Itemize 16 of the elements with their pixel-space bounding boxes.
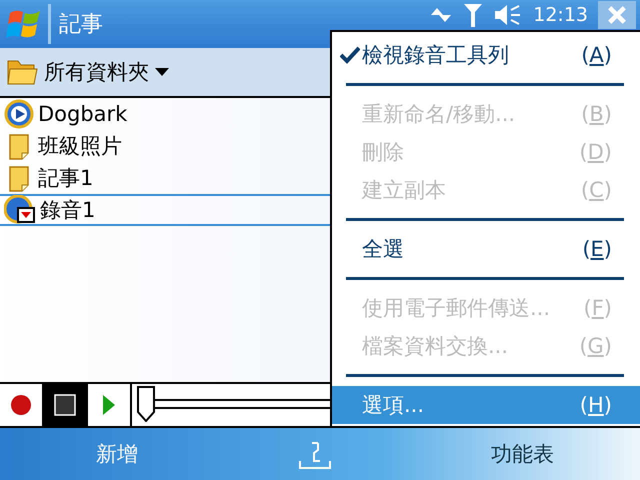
stop-button[interactable] <box>44 384 88 426</box>
menu-softkey[interactable]: 功能表 <box>491 440 554 468</box>
close-button[interactable] <box>598 1 636 29</box>
recording-icon <box>4 195 36 225</box>
media-player-icon <box>4 99 34 129</box>
menu-item[interactable]: 全選 (E) <box>332 230 640 268</box>
dropdown-caret-icon[interactable] <box>155 68 169 76</box>
window-title: 記事 <box>59 11 104 39</box>
close-icon[interactable] <box>607 5 627 25</box>
folder-filter-label[interactable]: 所有資料夾 <box>44 58 149 86</box>
menu-item[interactable]: 檢視錄音工具列 (A) <box>332 36 640 74</box>
stop-icon[interactable] <box>54 394 76 416</box>
slider-thumb[interactable] <box>136 386 156 422</box>
signal-icon[interactable] <box>463 2 484 28</box>
record-icon[interactable] <box>10 394 32 416</box>
new-softkey[interactable]: 新增 <box>96 440 138 468</box>
